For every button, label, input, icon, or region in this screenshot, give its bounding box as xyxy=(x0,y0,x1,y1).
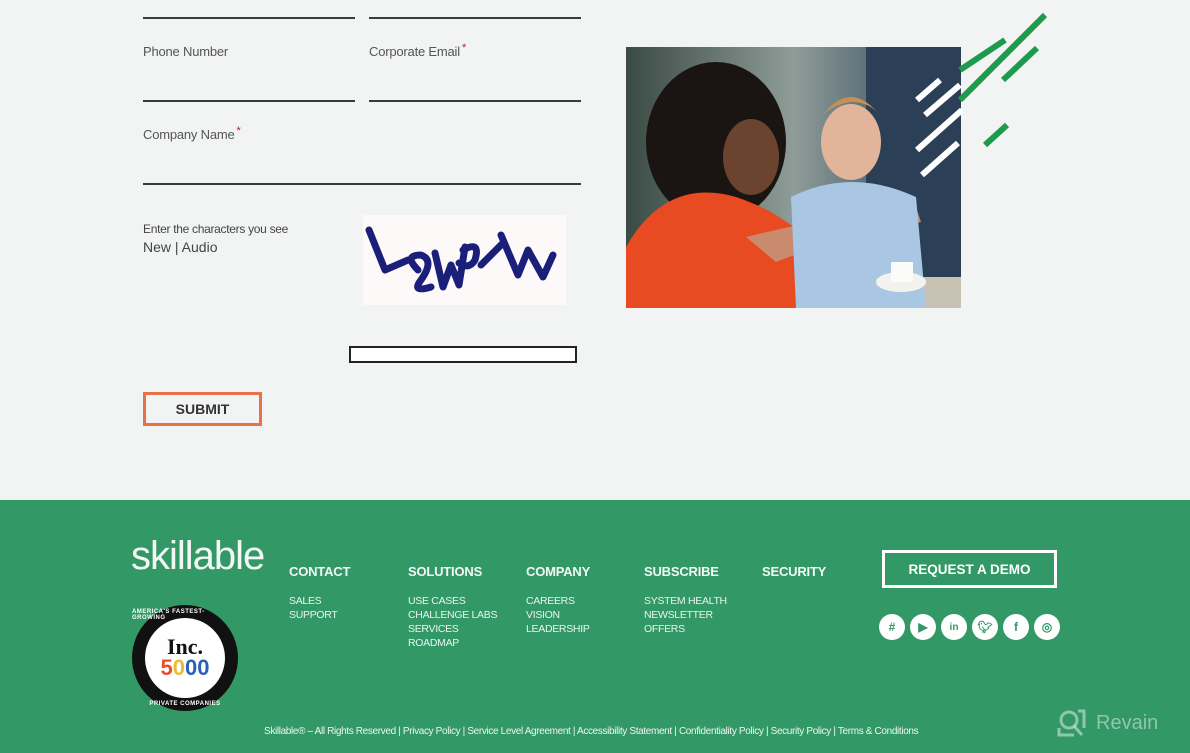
captcha-new-link[interactable]: New xyxy=(143,239,171,255)
captcha-glyphs xyxy=(365,226,557,293)
footer-col-solutions: SOLUTIONS USE CASES CHALLENGE LABS SERVI… xyxy=(408,564,497,650)
separator: | xyxy=(171,239,182,255)
social-links: # ▶ in 🐦︎ f ◎ xyxy=(879,614,1060,640)
col-heading[interactable]: SUBSCRIBE xyxy=(644,564,727,579)
col-heading[interactable]: CONTACT xyxy=(289,564,350,579)
slack-icon[interactable]: # xyxy=(879,614,905,640)
inc5000-badge: Inc. 5000 AMERICA'S FASTEST-GROWING PRIV… xyxy=(132,605,238,711)
footer-link-roadmap[interactable]: ROADMAP xyxy=(408,636,497,650)
footer-link-challenge-labs[interactable]: CHALLENGE LABS xyxy=(408,608,497,622)
footer-link-system-health[interactable]: SYSTEM HEALTH xyxy=(644,594,727,608)
submit-button[interactable]: SUBMIT xyxy=(143,392,262,426)
footer-link-careers[interactable]: CAREERS xyxy=(526,594,590,608)
legal-link-security[interactable]: Security Policy xyxy=(771,726,832,737)
first-name-field[interactable] xyxy=(143,17,355,19)
copyright: Skillable® – All Rights Reserved xyxy=(264,726,396,737)
captcha-links: New | Audio xyxy=(143,239,217,255)
footer-link-newsletter[interactable]: NEWSLETTER xyxy=(644,608,727,622)
footer-col-contact: CONTACT SALES SUPPORT xyxy=(289,564,350,622)
badge-number: 5000 xyxy=(160,655,210,680)
captcha-image xyxy=(363,215,566,305)
contact-form: Phone Number Corporate Email * Company Na… xyxy=(0,0,1190,500)
revain-text: Revain xyxy=(1096,711,1159,734)
footer-link-leadership[interactable]: LEADERSHIP xyxy=(526,622,590,636)
required-mark: * xyxy=(236,125,241,137)
instagram-icon[interactable]: ◎ xyxy=(1034,614,1060,640)
email-label: Corporate Email * xyxy=(369,42,467,59)
footer-col-company: COMPANY CAREERS VISION LEADERSHIP xyxy=(526,564,590,636)
legal-link-sla[interactable]: Service Level Agreement xyxy=(467,726,570,737)
legal-link-privacy[interactable]: Privacy Policy xyxy=(403,726,461,737)
twitter-icon[interactable]: 🐦︎ xyxy=(972,614,998,640)
footer-link-vision[interactable]: VISION xyxy=(526,608,590,622)
revain-logo-icon xyxy=(1057,709,1086,737)
decorative-stripes xyxy=(915,12,1048,178)
footer-col-security: SECURITY xyxy=(762,564,826,594)
facebook-icon[interactable]: f xyxy=(1003,614,1029,640)
badge-top-text: AMERICA'S FASTEST-GROWING xyxy=(132,609,205,621)
badge-title: Inc. xyxy=(166,634,204,659)
legal-bar: Skillable® – All Rights Reserved | Priva… xyxy=(264,726,919,737)
company-label: Company Name * xyxy=(143,125,241,142)
phone-label: Phone Number xyxy=(143,44,229,59)
captcha-hint: Enter the characters you see xyxy=(143,222,289,236)
captcha-audio-link[interactable]: Audio xyxy=(182,239,218,255)
col-heading[interactable]: COMPANY xyxy=(526,564,590,579)
linkedin-icon[interactable]: in xyxy=(941,614,967,640)
legal-link-terms[interactable]: Terms & Conditions xyxy=(838,726,919,737)
badge-bottom-text: PRIVATE COMPANIES xyxy=(149,701,221,707)
phone-field[interactable] xyxy=(143,100,355,102)
footer-link-sales[interactable]: SALES xyxy=(289,594,350,608)
footer-link-offers[interactable]: OFFERS xyxy=(644,622,727,636)
captcha-input[interactable] xyxy=(349,346,577,363)
required-mark: * xyxy=(461,42,467,54)
footer-link-use-cases[interactable]: USE CASES xyxy=(408,594,497,608)
revain-watermark: Revain xyxy=(1056,708,1158,738)
youtube-icon[interactable]: ▶ xyxy=(910,614,936,640)
footer: skillable Inc. 5000 AMERICA'S FASTEST-GR… xyxy=(0,500,1190,753)
last-name-field[interactable] xyxy=(369,17,581,19)
footer-link-support[interactable]: SUPPORT xyxy=(289,608,350,622)
company-field[interactable] xyxy=(143,183,581,185)
legal-link-accessibility[interactable]: Accessibility Statement xyxy=(577,726,672,737)
footer-link-services[interactable]: SERVICES xyxy=(408,622,497,636)
skillable-logo[interactable]: skillable xyxy=(131,534,265,579)
footer-col-subscribe: SUBSCRIBE SYSTEM HEALTH NEWSLETTER OFFER… xyxy=(644,564,727,636)
request-demo-button[interactable]: REQUEST A DEMO xyxy=(882,550,1057,588)
col-heading[interactable]: SECURITY xyxy=(762,564,826,579)
email-field[interactable] xyxy=(369,100,581,102)
col-heading[interactable]: SOLUTIONS xyxy=(408,564,497,579)
legal-link-confidentiality[interactable]: Confidentiality Policy xyxy=(679,726,764,737)
